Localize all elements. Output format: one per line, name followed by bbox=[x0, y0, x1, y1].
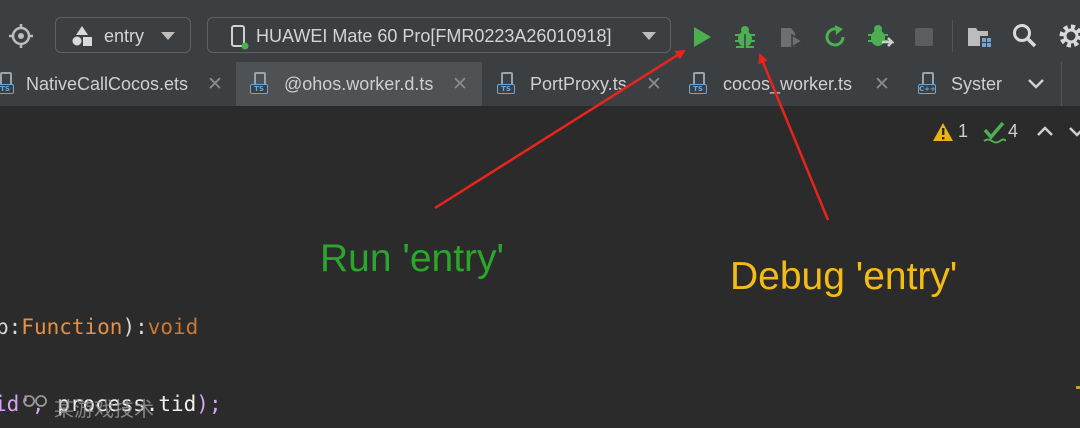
annotation-arrows bbox=[434, 49, 830, 221]
debug-arrow bbox=[758, 53, 830, 221]
run-annotation-label: Run 'entry' bbox=[320, 237, 504, 280]
run-arrow bbox=[434, 49, 686, 210]
debug-annotation-label: Debug 'entry' bbox=[730, 255, 958, 298]
